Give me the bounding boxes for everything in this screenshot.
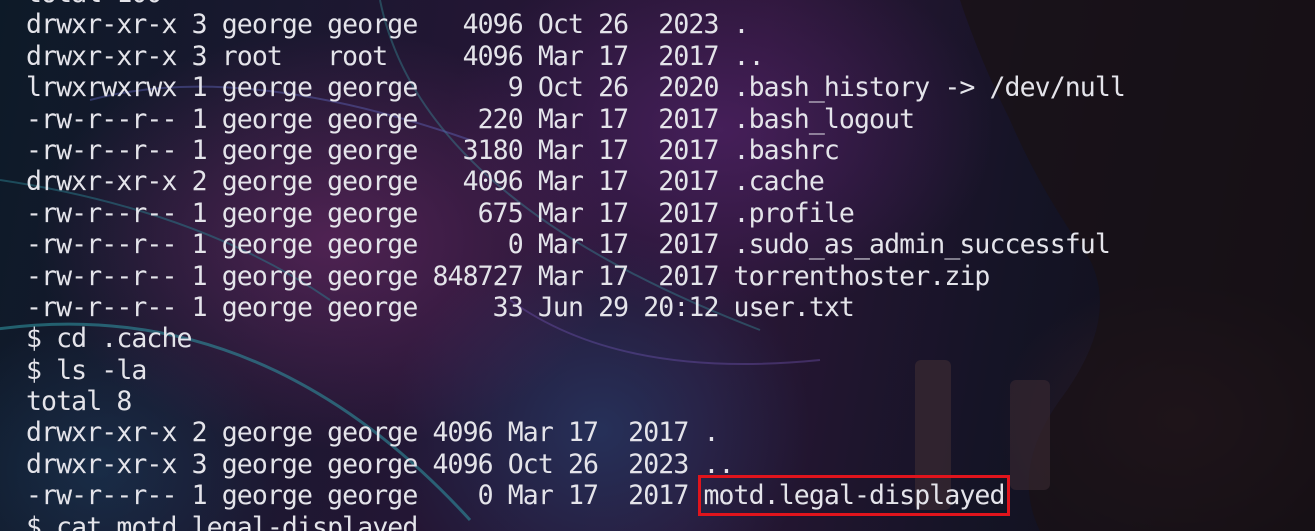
- terminal-line: drwxr-xr-x 2 george george 4096 Mar 17 2…: [26, 417, 1125, 448]
- terminal-line: $ ls -la: [26, 355, 1125, 386]
- terminal-line-text: -rw-r--r-- 1 george george 0 Mar 17 2017: [26, 480, 704, 512]
- terminal-line: -rw-r--r-- 1 george george 33 Jun 29 20:…: [26, 292, 1125, 323]
- terminal-line: total 8: [26, 386, 1125, 417]
- terminal-line: lrwxrwxrwx 1 george george 9 Oct 26 2020…: [26, 72, 1126, 104]
- terminal-line: -rw-r--r-- 1 george george 220 Mar 17 20…: [26, 104, 1125, 135]
- terminal-line: total 100: [26, 0, 1125, 9]
- terminal-line-text: drwxr-xr-x 3 root root 4096 Mar 17 2017 …: [26, 40, 765, 72]
- terminal-line-text: drwxr-xr-x 2 george george 4096 Mar 17 2…: [26, 417, 719, 449]
- terminal-line-text: $ cd .cache: [26, 323, 193, 355]
- terminal-line-text: drwxr-xr-x 2 george george 4096 Mar 17 2…: [26, 166, 825, 198]
- terminal-line: -rw-r--r-- 1 george george 675 Mar 17 20…: [26, 198, 1125, 229]
- terminal-line: -rw-r--r-- 1 george george 0 Mar 17 2017…: [26, 475, 1125, 517]
- terminal-line-text: -rw-r--r-- 1 george george 33 Jun 29 20:…: [26, 291, 855, 323]
- terminal-line-text: drwxr-xr-x 3 george george 4096 Oct 26 2…: [26, 9, 750, 41]
- terminal-output[interactable]: total 100drwxr-xr-x 3 george george 4096…: [26, 0, 1126, 531]
- terminal-line-text: $ ls -la: [26, 354, 147, 386]
- terminal-line-text: total 8: [26, 386, 132, 418]
- terminal-line: $ cd .cache: [26, 323, 1125, 354]
- terminal-line: $ cat motd.legal-displayed: [26, 512, 1125, 531]
- terminal-line-text: lrwxrwxrwx 1 george george 9 Oct 26 2020…: [26, 72, 1126, 104]
- terminal-line-text: total 100: [26, 0, 162, 9]
- terminal-line: drwxr-xr-x 2 george george 4096 Mar 17 2…: [26, 166, 1125, 197]
- terminal-line: -rw-r--r-- 1 george george 0 Mar 17 2017…: [26, 229, 1125, 260]
- terminal-line-text: $ cat motd.legal-displayed: [26, 511, 418, 531]
- terminal-line: drwxr-xr-x 3 george george 4096 Oct 26 2…: [26, 9, 1125, 40]
- terminal-line-text: -rw-r--r-- 1 george george 3180 Mar 17 2…: [26, 134, 840, 166]
- terminal-window[interactable]: total 100drwxr-xr-x 3 george george 4096…: [0, 0, 1315, 531]
- terminal-line-text: -rw-r--r-- 1 george george 220 Mar 17 20…: [26, 103, 915, 135]
- terminal-line-text: -rw-r--r-- 1 george george 0 Mar 17 2017…: [26, 229, 1111, 261]
- terminal-line: -rw-r--r-- 1 george george 3180 Mar 17 2…: [26, 135, 1125, 166]
- terminal-line-text: -rw-r--r-- 1 george george 848727 Mar 17…: [26, 260, 990, 292]
- terminal-line: drwxr-xr-x 3 george george 4096 Oct 26 2…: [26, 449, 1125, 480]
- terminal-line-text: drwxr-xr-x 3 george george 4096 Oct 26 2…: [26, 448, 734, 480]
- highlighted-filename: motd.legal-displayed: [698, 475, 1010, 517]
- terminal-line: drwxr-xr-x 3 root root 4096 Mar 17 2017 …: [26, 41, 1125, 72]
- terminal-line: -rw-r--r-- 1 george george 848727 Mar 17…: [26, 261, 1125, 292]
- terminal-line-text: -rw-r--r-- 1 george george 675 Mar 17 20…: [26, 197, 855, 229]
